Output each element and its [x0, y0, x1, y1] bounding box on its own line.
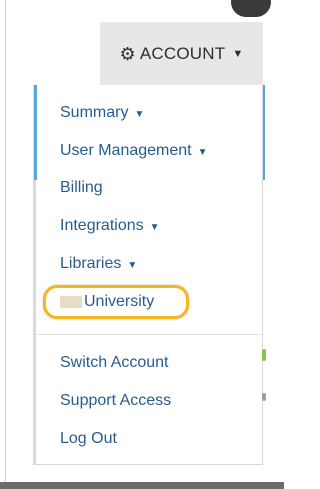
menu-item-label: Summary	[60, 104, 129, 121]
menu-item-libraries[interactable]: Libraries ▼	[60, 255, 137, 273]
menu-item-label: University	[84, 293, 155, 310]
account-menu-button[interactable]: ⚙ ACCOUNT ▼	[100, 22, 263, 85]
caret-down-icon: ▼	[134, 109, 145, 120]
partial-avatar	[231, 0, 271, 17]
account-dropdown-menu: Summary ▼ User Management ▼ Billing Integr…	[33, 85, 263, 465]
menu-item-label: Libraries	[60, 255, 122, 272]
menu-item-university[interactable]: University	[43, 285, 189, 319]
menu-item-switch-account[interactable]: Switch Account	[60, 354, 169, 372]
background-fragment	[262, 349, 266, 361]
gear-icon: ⚙	[119, 43, 136, 64]
caret-down-icon: ▼	[197, 147, 208, 158]
menu-item-log-out[interactable]: Log Out	[60, 430, 117, 448]
menu-item-summary[interactable]: Summary ▼	[60, 104, 144, 122]
menu-item-label: Log Out	[60, 430, 117, 447]
menu-item-billing[interactable]: Billing	[60, 179, 103, 197]
menu-item-support-access[interactable]: Support Access	[60, 392, 171, 410]
menu-item-label: Switch Account	[60, 354, 169, 371]
caret-down-icon: ▼	[232, 47, 244, 60]
menu-item-user-management[interactable]: User Management ▼	[60, 142, 208, 160]
background-fragment	[262, 393, 266, 401]
bottom-edge	[0, 482, 284, 489]
redacted-swatch	[60, 296, 82, 308]
account-button-label: ACCOUNT	[139, 43, 226, 63]
menu-item-label: Billing	[60, 179, 103, 196]
menu-left-accent	[34, 85, 37, 464]
menu-item-label: Support Access	[60, 392, 172, 409]
window-frame-left	[5, 0, 6, 489]
menu-item-label: Integrations	[60, 217, 144, 234]
caret-down-icon: ▼	[127, 260, 138, 271]
caret-down-icon: ▼	[149, 222, 160, 233]
menu-item-label: User Management	[60, 142, 192, 159]
menu-divider	[34, 334, 262, 335]
menu-item-integrations[interactable]: Integrations ▼	[60, 217, 160, 235]
